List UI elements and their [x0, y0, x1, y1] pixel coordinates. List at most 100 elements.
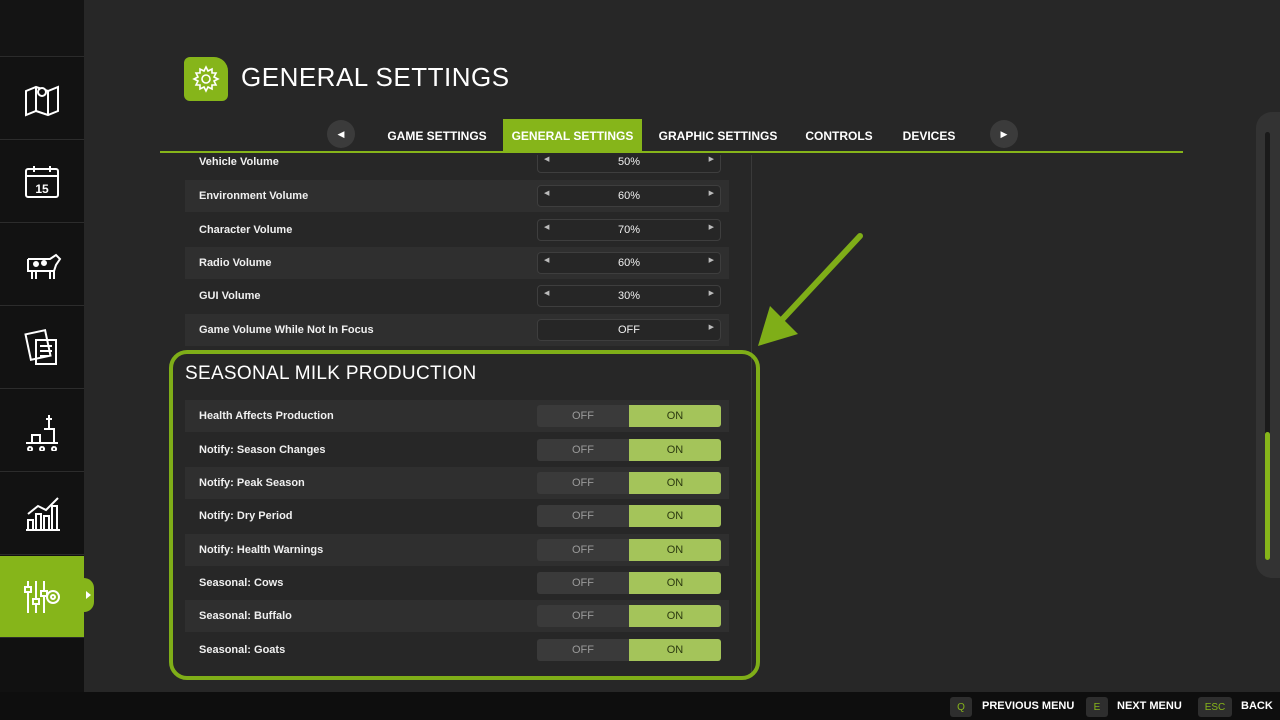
sidebar-active-indicator — [84, 578, 94, 612]
toggle-off-option[interactable]: OFF — [537, 605, 629, 627]
settings-sliders-icon — [24, 580, 60, 613]
toggle-row: Notify: Peak Season OFF ON — [185, 467, 729, 499]
setting-label: Environment Volume — [199, 190, 309, 202]
arrow-right-icon[interactable]: ▶ — [709, 256, 714, 264]
toggle-on-option[interactable]: ON — [629, 439, 721, 461]
toggle-on-option[interactable]: ON — [629, 505, 721, 527]
setting-label: Notify: Peak Season — [199, 477, 305, 489]
stepper-value: 60% — [617, 190, 641, 202]
setting-row: Game Volume While Not In Focus OFF ▶ — [185, 314, 729, 346]
scrollbar-thumb[interactable] — [1265, 432, 1270, 560]
tab-controls[interactable]: CONTROLS — [796, 119, 882, 152]
setting-label: Vehicle Volume — [199, 156, 279, 168]
toggle-on-option[interactable]: ON — [629, 405, 721, 427]
arrow-left-icon[interactable]: ◀ — [544, 223, 549, 231]
setting-stepper[interactable]: ◀ 60% ▶ — [537, 252, 721, 274]
toggle-on-option[interactable]: ON — [629, 539, 721, 561]
stepper-value: 60% — [617, 257, 641, 269]
toggle-off-option[interactable]: OFF — [537, 405, 629, 427]
arrow-left-icon[interactable]: ◀ — [544, 155, 549, 163]
toggle-row: Notify: Dry Period OFF ON — [185, 500, 729, 532]
on-off-toggle[interactable]: OFF ON — [537, 439, 721, 461]
tab-devices[interactable]: DEVICES — [893, 119, 965, 152]
back-button[interactable]: BACK — [1241, 700, 1273, 712]
stepper-value: OFF — [618, 324, 640, 336]
on-off-toggle[interactable]: OFF ON — [537, 405, 721, 427]
next-menu-button[interactable]: NEXT MENU — [1117, 700, 1182, 712]
toggle-off-option[interactable]: OFF — [537, 639, 629, 661]
section-title: SEASONAL MILK PRODUCTION — [185, 363, 477, 384]
setting-label: GUI Volume — [199, 290, 261, 302]
key-q-badge[interactable]: Q — [950, 697, 972, 717]
toggle-row: Notify: Health Warnings OFF ON — [185, 534, 729, 566]
arrow-right-icon[interactable]: ▶ — [709, 223, 714, 231]
sidebar-item-general-settings[interactable] — [0, 556, 84, 638]
sidebar-item-contracts[interactable] — [0, 307, 84, 389]
setting-stepper[interactable]: OFF ▶ — [537, 319, 721, 341]
tab-graphic-settings[interactable]: GRAPHIC SETTINGS — [652, 119, 784, 152]
toggle-row: Seasonal: Goats OFF ON — [185, 634, 729, 666]
setting-stepper[interactable]: ◀ 60% ▶ — [537, 185, 721, 207]
calendar-day: 15 — [35, 182, 49, 196]
tab-next-button[interactable]: ▶ — [990, 120, 1018, 148]
toggle-off-option[interactable]: OFF — [537, 572, 629, 594]
statistics-icon — [26, 496, 60, 531]
arrow-right-icon[interactable]: ▶ — [709, 189, 714, 197]
on-off-toggle[interactable]: OFF ON — [537, 472, 721, 494]
tab-game-settings[interactable]: GAME SETTINGS — [378, 119, 496, 152]
setting-row: Environment Volume ◀ 60% ▶ — [185, 180, 729, 212]
toggle-off-option[interactable]: OFF — [537, 505, 629, 527]
toggle-off-option[interactable]: OFF — [537, 472, 629, 494]
setting-row: Radio Volume ◀ 60% ▶ — [185, 247, 729, 279]
setting-stepper[interactable]: ◀ 70% ▶ — [537, 219, 721, 241]
sidebar-item-map[interactable] — [0, 58, 84, 140]
arrow-right-icon[interactable]: ▶ — [709, 323, 714, 331]
arrow-left-icon[interactable]: ◀ — [544, 256, 549, 264]
toggle-row: Notify: Season Changes OFF ON — [185, 434, 729, 466]
settings-list: Vehicle Volume ◀ 50% ▶ Environment Volum… — [185, 155, 752, 675]
key-esc-badge[interactable]: ESC — [1198, 697, 1232, 717]
arrow-right-icon[interactable]: ▶ — [709, 289, 714, 297]
setting-label: Health Affects Production — [199, 410, 334, 422]
on-off-toggle[interactable]: OFF ON — [537, 605, 721, 627]
on-off-toggle[interactable]: OFF ON — [537, 505, 721, 527]
setting-label: Game Volume While Not In Focus — [199, 324, 374, 336]
setting-label: Notify: Health Warnings — [199, 544, 324, 556]
setting-label: Seasonal: Buffalo — [199, 610, 292, 622]
on-off-toggle[interactable]: OFF ON — [537, 539, 721, 561]
toggle-row: Health Affects Production OFF ON — [185, 400, 729, 432]
arrow-right-icon[interactable]: ▶ — [709, 155, 714, 163]
setting-label: Seasonal: Goats — [199, 644, 286, 656]
toggle-on-option[interactable]: ON — [629, 639, 721, 661]
toggle-row: Seasonal: Buffalo OFF ON — [185, 600, 729, 632]
setting-stepper[interactable]: ◀ 50% ▶ — [537, 155, 721, 173]
annotation-arrow-icon — [758, 233, 863, 346]
toggle-on-option[interactable]: ON — [629, 572, 721, 594]
on-off-toggle[interactable]: OFF ON — [537, 639, 721, 661]
on-off-toggle[interactable]: OFF ON — [537, 572, 721, 594]
toggle-on-option[interactable]: ON — [629, 605, 721, 627]
toggle-on-option[interactable]: ON — [629, 472, 721, 494]
previous-menu-button[interactable]: PREVIOUS MENU — [982, 700, 1074, 712]
sidebar-item-calendar[interactable]: 15 — [0, 141, 84, 223]
settings-screen: 15 GENERAL SETTINGS ◀ GAME SETTINGS GENE… — [0, 0, 1280, 720]
map-icon — [25, 85, 59, 116]
key-e-badge[interactable]: E — [1086, 697, 1108, 717]
tab-prev-button[interactable]: ◀ — [327, 120, 355, 148]
setting-row: Vehicle Volume ◀ 50% ▶ — [185, 155, 729, 178]
sidebar-item-production[interactable] — [0, 390, 84, 472]
setting-label: Notify: Season Changes — [199, 444, 326, 456]
setting-stepper[interactable]: ◀ 30% ▶ — [537, 285, 721, 307]
sidebar-item-statistics[interactable] — [0, 473, 84, 555]
tab-general-settings[interactable]: GENERAL SETTINGS — [503, 119, 642, 152]
toggle-off-option[interactable]: OFF — [537, 539, 629, 561]
page-title: GENERAL SETTINGS — [241, 62, 510, 92]
arrow-left-icon[interactable]: ◀ — [544, 189, 549, 197]
toggle-off-option[interactable]: OFF — [537, 439, 629, 461]
setting-label: Radio Volume — [199, 257, 272, 269]
setting-label: Notify: Dry Period — [199, 510, 293, 522]
sidebar: 15 — [0, 0, 84, 692]
arrow-left-icon[interactable]: ◀ — [544, 289, 549, 297]
sidebar-top — [0, 0, 84, 57]
sidebar-item-animals[interactable] — [0, 224, 84, 306]
